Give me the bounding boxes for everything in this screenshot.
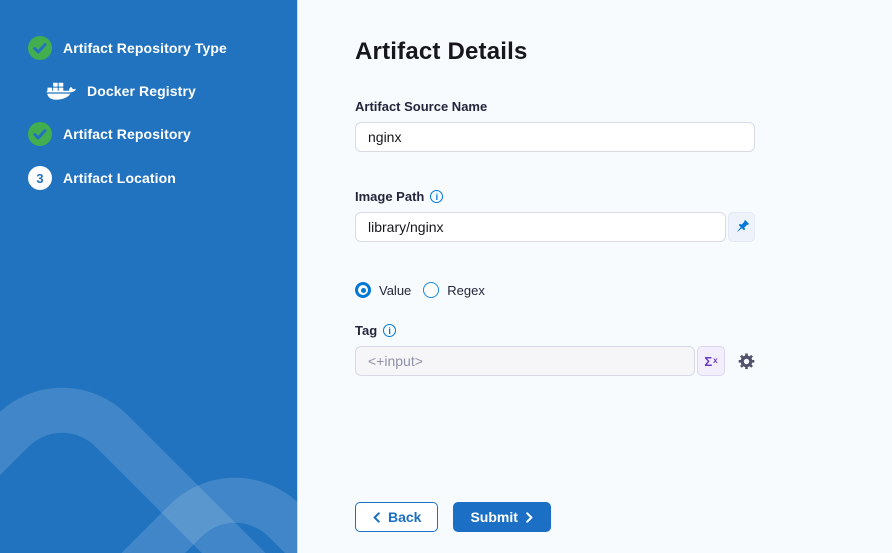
submit-button[interactable]: Submit xyxy=(453,502,550,532)
docker-icon xyxy=(46,80,76,101)
artifact-source-name-field: Artifact Source Name xyxy=(355,99,755,152)
artifact-source-name-label: Artifact Source Name xyxy=(355,99,755,114)
tag-field: Tag i Σx xyxy=(355,323,755,376)
back-button-label: Back xyxy=(388,509,421,525)
image-path-label: Image Path xyxy=(355,189,424,204)
tag-type-radio-group: Value Regex xyxy=(355,282,892,298)
tag-label: Tag xyxy=(355,323,377,338)
step-label: Artifact Repository xyxy=(63,126,191,142)
check-icon xyxy=(28,122,52,146)
artifact-source-name-input[interactable] xyxy=(355,122,755,152)
back-button[interactable]: Back xyxy=(355,502,438,532)
artifact-details-panel: Artifact Details Artifact Source Name Im… xyxy=(298,0,892,553)
radio-selected-icon xyxy=(355,282,371,298)
pin-button[interactable] xyxy=(728,212,755,242)
chevron-right-icon xyxy=(525,512,534,523)
radio-regex[interactable]: Regex xyxy=(423,282,485,298)
step-artifact-repository-type[interactable]: Artifact Repository Type xyxy=(28,36,297,60)
step-artifact-repository[interactable]: Artifact Repository xyxy=(28,122,297,146)
artifact-wizard-window: Artifact Repository Type xyxy=(0,0,892,553)
page-title: Artifact Details xyxy=(355,38,892,66)
radio-unselected-icon xyxy=(423,282,439,298)
chevron-left-icon xyxy=(372,512,381,523)
image-path-field: Image Path i xyxy=(355,189,755,242)
wizard-step-list: Artifact Repository Type xyxy=(0,0,297,190)
step-number-badge: 3 xyxy=(28,166,52,190)
tag-input[interactable] xyxy=(355,346,695,376)
step-artifact-location[interactable]: 3 Artifact Location xyxy=(28,166,297,190)
submit-button-label: Submit xyxy=(470,509,517,525)
pin-icon xyxy=(734,219,750,235)
step-label: Docker Registry xyxy=(87,83,196,99)
step-label: Artifact Location xyxy=(63,170,176,186)
wizard-actions: Back Submit xyxy=(355,502,892,532)
step-label: Artifact Repository Type xyxy=(63,40,227,56)
step-docker-registry[interactable]: Docker Registry xyxy=(28,80,297,101)
radio-value-label: Value xyxy=(379,283,411,298)
image-path-input[interactable] xyxy=(355,212,726,242)
wizard-sidebar: Artifact Repository Type xyxy=(0,0,298,553)
radio-regex-label: Regex xyxy=(447,283,485,298)
sigma-icon: Σ xyxy=(704,354,712,369)
expression-button[interactable]: Σx xyxy=(697,346,725,376)
gear-icon[interactable] xyxy=(738,346,755,376)
info-icon[interactable]: i xyxy=(430,190,443,203)
check-icon xyxy=(28,36,52,60)
radio-value[interactable]: Value xyxy=(355,282,411,298)
info-icon[interactable]: i xyxy=(383,324,396,337)
